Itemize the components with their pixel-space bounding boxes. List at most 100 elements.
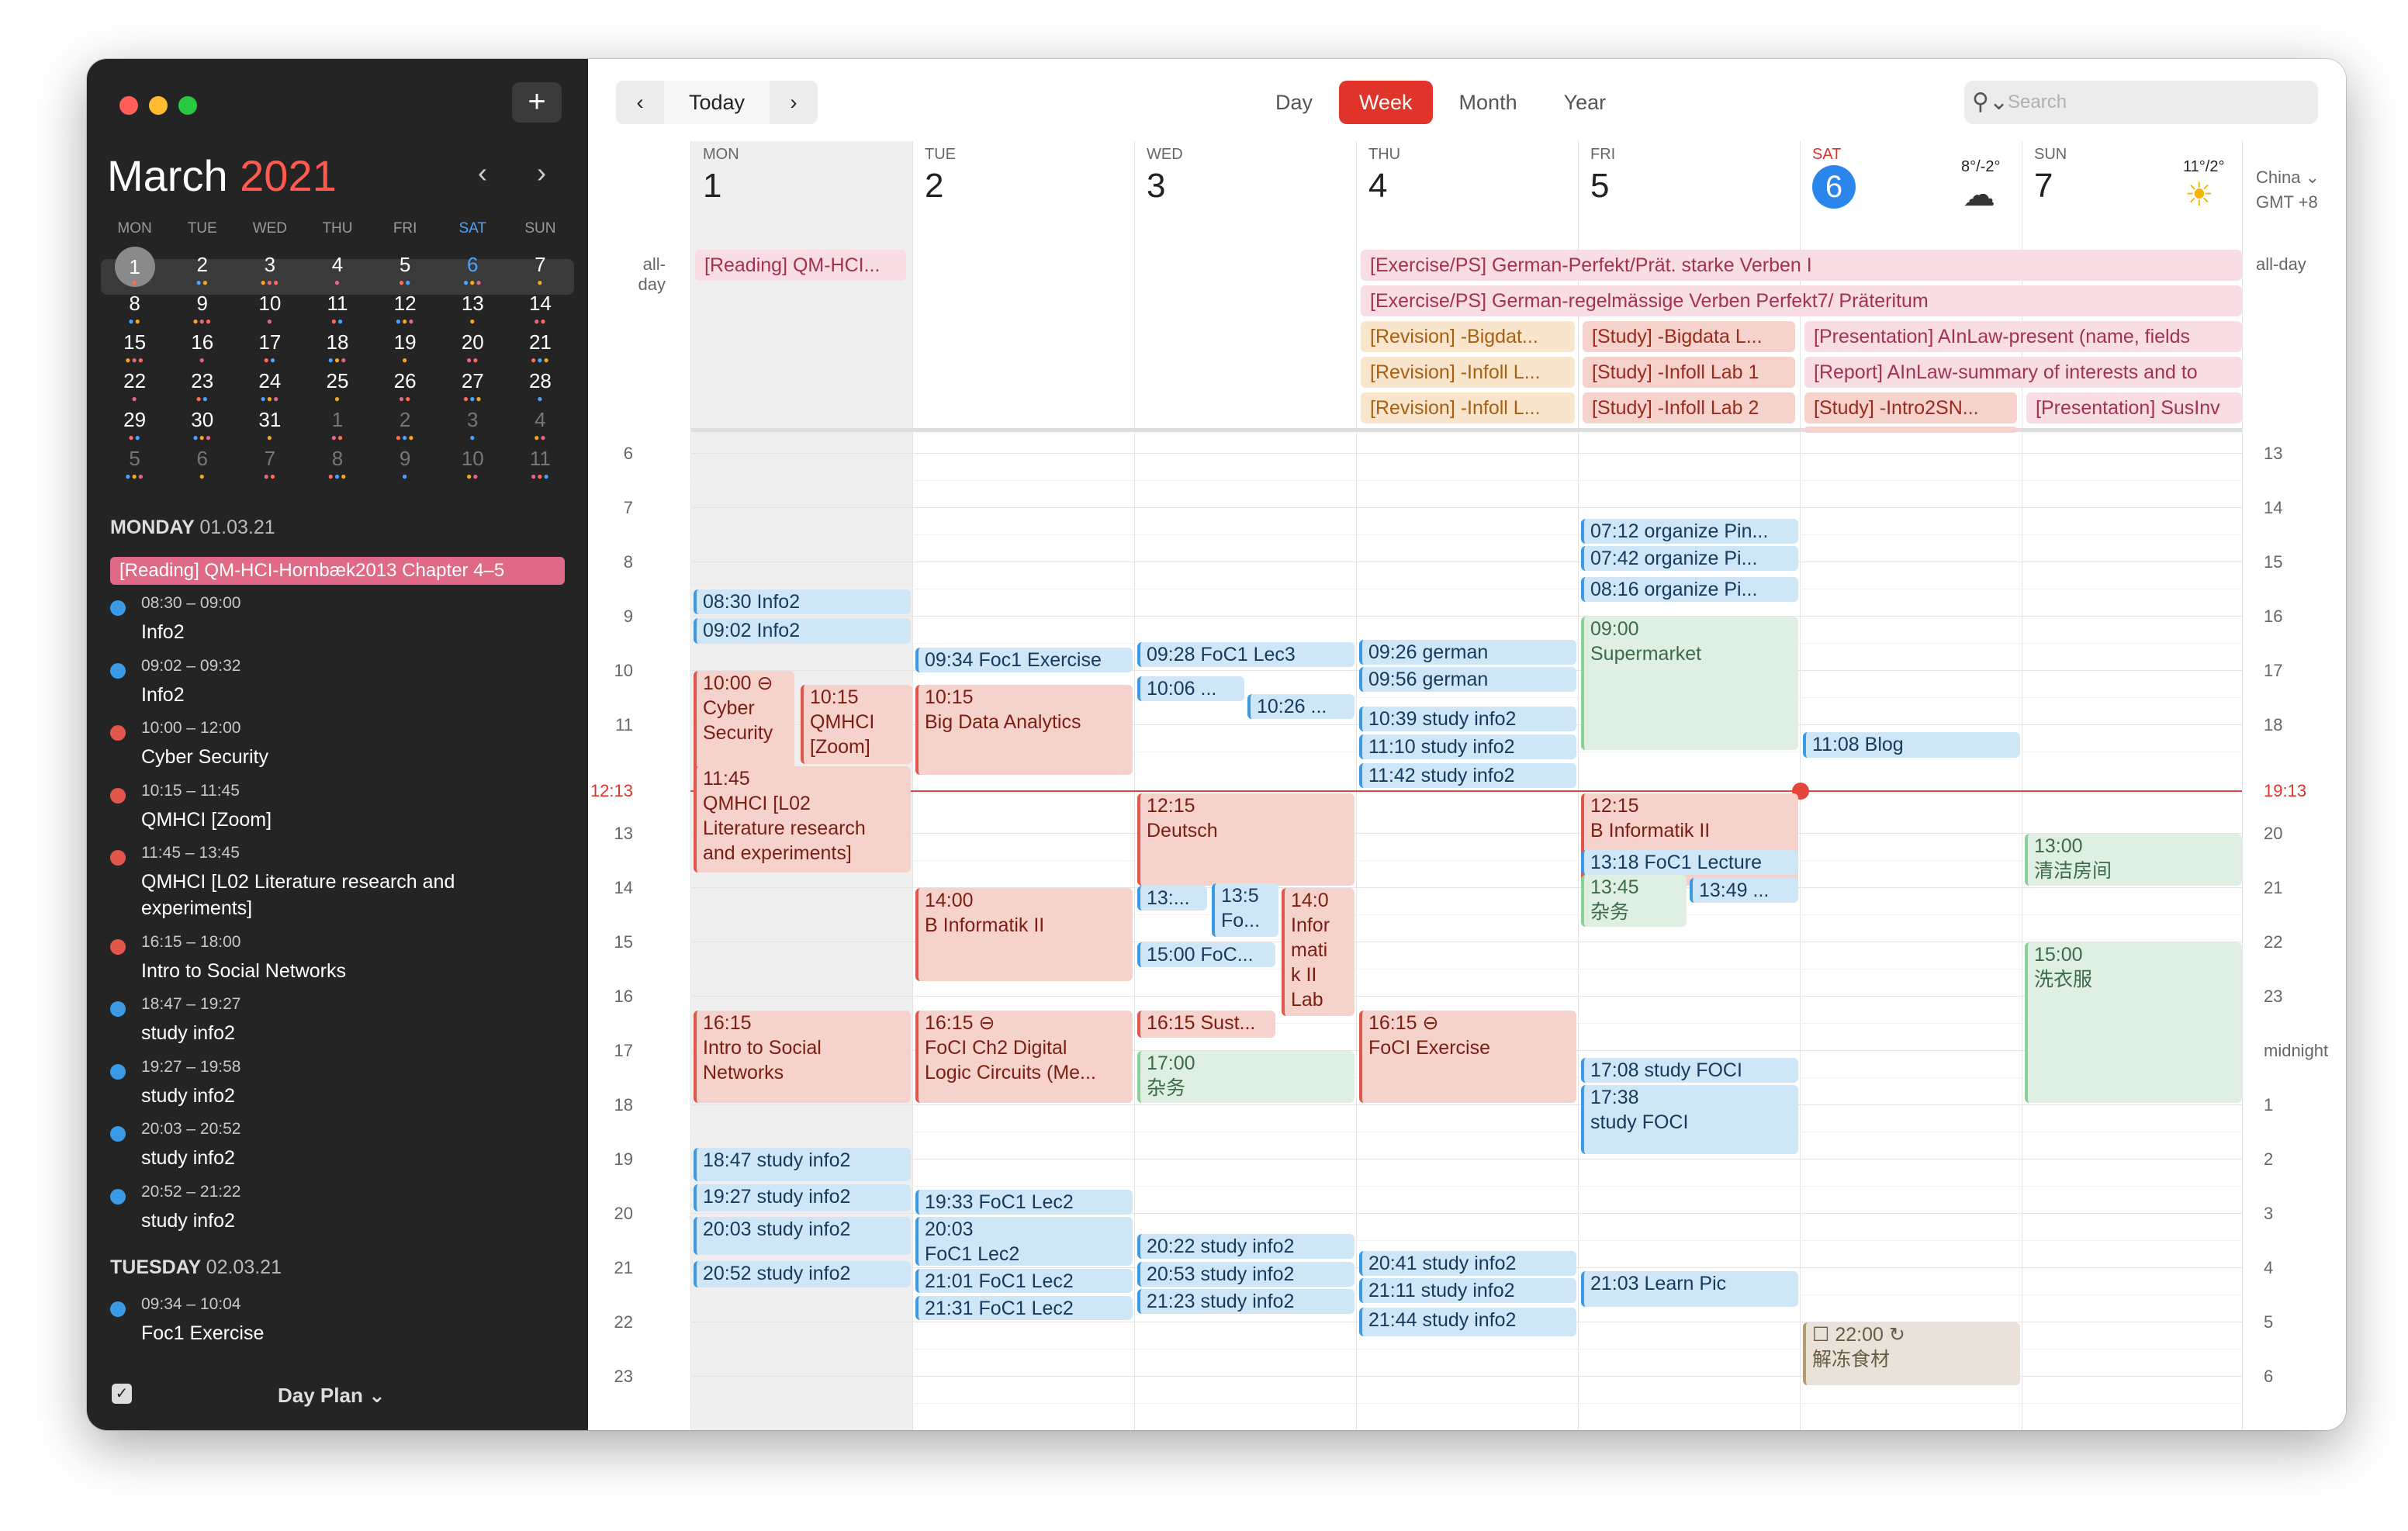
allday-event[interactable]: [Revision] -Bigdat... xyxy=(1361,321,1575,352)
mini-day[interactable]: 4 ●● xyxy=(507,403,574,442)
allday-event[interactable]: [Study] -Infoll Lab 2 xyxy=(1583,392,1795,423)
calendar-event[interactable]: 09:00 Supermarket xyxy=(1581,617,1798,750)
mini-day[interactable]: 10 ● xyxy=(236,287,303,326)
mini-day[interactable]: 7 ●● xyxy=(236,442,303,481)
mini-day[interactable]: 13 ● xyxy=(439,287,507,326)
calendar-event[interactable]: 11:08 Blog xyxy=(1803,732,2020,759)
zoom-window-button[interactable] xyxy=(178,96,197,115)
allday-event[interactable]: [Exercise/PS] German-regelmässige Verben… xyxy=(1361,285,2242,316)
prev-week-button[interactable]: ‹ xyxy=(616,81,664,124)
calendar-event[interactable]: 07:42 organize Pi... xyxy=(1581,546,1798,571)
mini-day[interactable]: 11 ●● xyxy=(303,287,371,326)
mini-day[interactable]: 23 ●● xyxy=(168,365,236,403)
mini-day[interactable]: 3 ● xyxy=(439,403,507,442)
calendar-event[interactable]: 13:... xyxy=(1137,885,1207,911)
mini-day[interactable]: 16 ● xyxy=(168,326,236,365)
calendar-event[interactable]: 11:45 QMHCI [L02 Literature research and… xyxy=(694,766,911,873)
mini-day[interactable]: 22 ● xyxy=(101,365,168,403)
close-window-button[interactable] xyxy=(119,96,138,115)
calendar-event[interactable]: 20:03 FoC1 Lec2 xyxy=(915,1216,1133,1266)
calendar-event[interactable]: 21:23 study info2 xyxy=(1137,1288,1354,1314)
search-field[interactable]: ⚲⌄ Search xyxy=(1964,81,2318,124)
mini-day[interactable]: 31 ● xyxy=(236,403,303,442)
mini-day[interactable]: 8 ●● xyxy=(101,287,168,326)
calendar-event[interactable]: 19:33 FoC1 Lec2 xyxy=(915,1189,1133,1215)
calendar-event[interactable]: 20:03 study info2 xyxy=(694,1216,911,1255)
today-button[interactable]: Today xyxy=(664,81,770,124)
mini-day[interactable]: 27 ●●● xyxy=(439,365,507,403)
calendar-event[interactable]: 20:41 study info2 xyxy=(1359,1250,1576,1276)
allday-event[interactable]: [Study] -Intro2SN... xyxy=(1804,392,2017,423)
calendar-event[interactable]: 11:10 study info2 xyxy=(1359,734,1576,759)
mini-day[interactable]: 30 ●●● xyxy=(168,403,236,442)
show-completed-checkbox[interactable]: ✓ xyxy=(112,1384,132,1404)
mini-day[interactable]: 5 ●● xyxy=(372,248,439,287)
day-header-mon[interactable]: MON 1 xyxy=(703,146,739,206)
mini-day[interactable]: 24 ●●● xyxy=(236,365,303,403)
calendar-event[interactable]: 10:06 ... xyxy=(1137,676,1244,701)
mini-day[interactable]: 18 ●●● xyxy=(303,326,371,365)
next-week-button[interactable]: › xyxy=(770,81,818,124)
view-year-tab[interactable]: Year xyxy=(1544,81,1627,124)
timezone-label[interactable]: China ⌄ xyxy=(2256,168,2320,188)
calendar-event[interactable]: 07:12 organize Pin... xyxy=(1581,519,1798,544)
mini-day[interactable]: 25 ● xyxy=(303,365,371,403)
mini-day[interactable]: 20 ●● xyxy=(439,326,507,365)
calendar-event[interactable]: 19:27 study info2 xyxy=(694,1184,911,1211)
mini-day[interactable]: 9 ●●● xyxy=(168,287,236,326)
mini-day[interactable]: 3 ●●● xyxy=(236,248,303,287)
day-plan-dropdown[interactable]: Day Plan ⌄ xyxy=(278,1384,386,1408)
allday-event[interactable]: [Exercise/PS] German-Perfekt/Prät. stark… xyxy=(1361,250,2242,281)
allday-event-partial[interactable]: 00:00 East Call [... xyxy=(1804,427,2017,433)
calendar-event[interactable]: 13:00 清洁房间 xyxy=(2025,834,2242,886)
calendar-event[interactable]: 14:00 B Informatik II xyxy=(915,888,1133,981)
minimize-window-button[interactable] xyxy=(149,96,168,115)
calendar-event[interactable]: 17:38 study FOCI xyxy=(1581,1085,1798,1155)
allday-event-reading[interactable]: [Reading] QM-HCI-Hornbæk2013 Chapter 4–5 xyxy=(110,557,565,585)
day-header-fri[interactable]: FRI 5 xyxy=(1590,146,1615,206)
calendar-event[interactable]: 17:00 杂务 xyxy=(1137,1051,1354,1103)
day-header-sun[interactable]: SUN 7 xyxy=(2034,146,2067,206)
mini-day[interactable]: 26 ●● xyxy=(372,365,439,403)
calendar-event[interactable]: 16:15 Sust... xyxy=(1137,1010,1275,1038)
calendar-event[interactable]: 09:34 Foc1 Exercise xyxy=(915,647,1133,672)
mini-day[interactable]: 15 ●●● xyxy=(101,326,168,365)
view-month-tab[interactable]: Month xyxy=(1439,81,1538,124)
calendar-event[interactable]: 21:44 study info2 xyxy=(1359,1308,1576,1336)
calendar-event[interactable]: 16:15 ⊖ FoCI Exercise xyxy=(1359,1010,1576,1103)
mini-day[interactable]: 9 ● xyxy=(372,442,439,481)
calendar-event[interactable]: 10:39 study info2 xyxy=(1359,706,1576,731)
calendar-event[interactable]: 21:11 study info2 xyxy=(1359,1277,1576,1303)
calendar-event[interactable]: 16:15 ⊖ FoCI Ch2 Digital Logic Circuits … xyxy=(915,1010,1133,1103)
add-event-button[interactable]: + xyxy=(512,82,562,123)
calendar-event[interactable]: 08:30 Info2 xyxy=(694,589,911,614)
calendar-event[interactable]: 13:49 ... xyxy=(1690,878,1798,904)
calendar-event[interactable]: 15:00 洗衣服 xyxy=(2025,942,2242,1103)
calendar-event[interactable]: 11:42 study info2 xyxy=(1359,763,1576,788)
mini-day[interactable]: 8 ●●● xyxy=(303,442,371,481)
calendar-event[interactable]: 21:03 Learn Pic xyxy=(1581,1270,1798,1307)
mini-day[interactable]: 28 ● xyxy=(507,365,574,403)
calendar-event[interactable]: 16:15 Intro to Social Networks xyxy=(694,1010,911,1103)
calendar-event[interactable]: 08:16 organize Pi... xyxy=(1581,576,1798,602)
calendar-event[interactable]: 21:31 FoC1 Lec2 xyxy=(915,1296,1133,1320)
mini-day[interactable]: 11 ●●● xyxy=(507,442,574,481)
mini-day[interactable]: 2 ●● xyxy=(168,248,236,287)
calendar-event[interactable]: 15:00 FoC... xyxy=(1137,942,1275,967)
calendar-event[interactable]: ☐ 22:00 ↻ 解冻食材 xyxy=(1803,1322,2020,1385)
calendar-event[interactable]: 10:15 QMHCI [Zoom] xyxy=(801,684,912,764)
mini-next-month-button[interactable]: › xyxy=(537,157,546,189)
calendar-event[interactable]: 17:08 study FOCI xyxy=(1581,1058,1798,1083)
mini-day[interactable]: 5 ●●● xyxy=(101,442,168,481)
allday-event[interactable]: [Report] AInLaw-summary of interests and… xyxy=(1804,357,2242,388)
allday-event[interactable]: [Reading] QM-HCI... xyxy=(695,250,906,281)
mini-day[interactable]: 12 ●●● xyxy=(372,287,439,326)
allday-event[interactable]: [Presentation] SusInv xyxy=(2026,392,2242,423)
mini-day[interactable]: 1 ● xyxy=(101,247,168,287)
calendar-event[interactable]: 20:52 study info2 xyxy=(694,1260,911,1287)
calendar-event[interactable]: 09:28 FoC1 Lec3 xyxy=(1137,641,1354,667)
mini-day[interactable]: 4 ● xyxy=(303,248,371,287)
calendar-event[interactable]: 12:15 Deutsch xyxy=(1137,793,1354,886)
day-header-thu[interactable]: THU 4 xyxy=(1368,146,1400,206)
day-header-sat[interactable]: SAT 6 xyxy=(1812,146,1856,209)
